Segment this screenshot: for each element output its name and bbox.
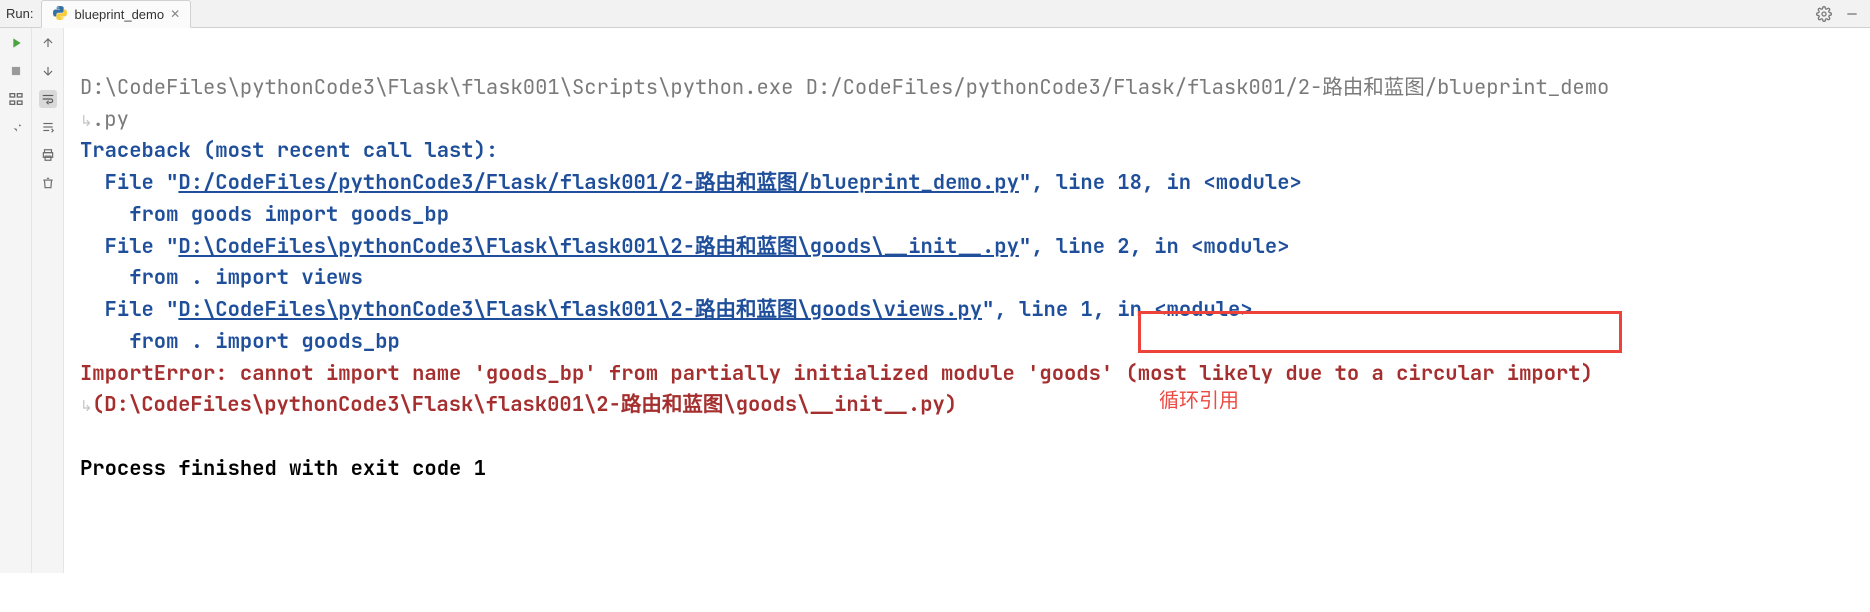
close-tab-icon[interactable]: ✕	[170, 7, 180, 21]
run-tool-label: Run:	[6, 6, 33, 21]
rerun-icon[interactable]	[7, 34, 25, 52]
file1-post: ", line 18, in <module>	[1019, 169, 1302, 196]
cmd-line: D:\CodeFiles\pythonCode3\Flask\flask001\…	[80, 74, 1609, 101]
arrow-down-icon[interactable]	[39, 62, 57, 80]
traceback-header: Traceback (most recent call last):	[80, 137, 498, 164]
gear-icon[interactable]	[1816, 6, 1832, 22]
frame1-code: from goods import goods_bp	[80, 201, 449, 228]
import-error-b: (most likely due to a circular import)	[1113, 360, 1605, 387]
soft-wrap-glyph: ↳	[80, 110, 92, 133]
frame3-code: from . import goods_bp	[80, 328, 400, 355]
import-error-a: ImportError: cannot import name 'goods_b…	[80, 360, 1113, 387]
header-right-actions	[1816, 6, 1864, 22]
run-config-tab[interactable]: blueprint_demo ✕	[41, 0, 191, 28]
file2-post: ", line 2, in <module>	[1019, 233, 1290, 260]
file3-pre: File "	[80, 296, 178, 323]
soft-wrap-icon[interactable]	[39, 90, 57, 108]
scroll-to-end-icon[interactable]	[39, 118, 57, 136]
file3-post: ", line 1, in <module>	[982, 296, 1253, 323]
console-output[interactable]: D:\CodeFiles\pythonCode3\Flask\flask001\…	[64, 28, 1870, 573]
run-header: Run: blueprint_demo ✕	[0, 0, 1870, 28]
pin-icon[interactable]	[7, 118, 25, 136]
file2-pre: File "	[80, 233, 178, 260]
frame2-code: from . import views	[80, 264, 363, 291]
file1-pre: File "	[80, 169, 178, 196]
run-config-name: blueprint_demo	[74, 7, 164, 22]
print-icon[interactable]	[39, 146, 57, 164]
console-actions-gutter	[32, 28, 64, 573]
run-actions-gutter	[0, 28, 32, 573]
minimize-icon[interactable]	[1844, 6, 1860, 22]
arrow-up-icon[interactable]	[39, 34, 57, 52]
file1-link[interactable]: D:/CodeFiles/pythonCode3/Flask/flask001/…	[178, 169, 1019, 196]
file2-link[interactable]: D:\CodeFiles\pythonCode3\Flask\flask001\…	[178, 233, 1019, 260]
process-exit: Process finished with exit code 1	[80, 455, 486, 482]
run-panel-body: D:\CodeFiles\pythonCode3\Flask\flask001\…	[0, 28, 1870, 573]
soft-wrap-glyph-2: ↳	[80, 395, 92, 418]
layout-icon[interactable]	[7, 90, 25, 108]
trash-icon[interactable]	[39, 174, 57, 192]
annotation-label: 循环引用	[1159, 386, 1239, 417]
import-error-wrap: (D:\CodeFiles\pythonCode3\Flask\flask001…	[92, 391, 957, 418]
cmd-line-wrap: .py	[92, 106, 129, 133]
python-icon	[52, 5, 68, 24]
stop-icon[interactable]	[7, 62, 25, 80]
file3-link[interactable]: D:\CodeFiles\pythonCode3\Flask\flask001\…	[178, 296, 982, 323]
